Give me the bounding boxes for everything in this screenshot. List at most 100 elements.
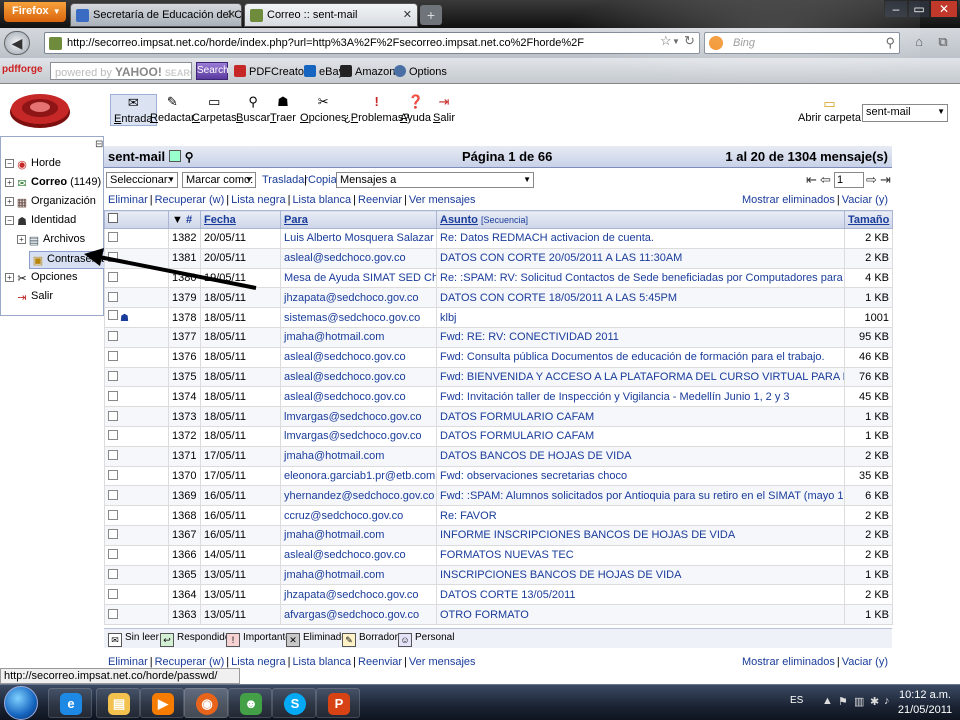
expand-icon[interactable]: + (5, 197, 14, 206)
cell-to[interactable]: eleonora.garciab1.pr@etb.com.co (280, 465, 437, 487)
cell-to[interactable]: jmaha@hotmail.com (280, 445, 437, 467)
taskbar-firefox[interactable]: ◉ (184, 688, 228, 718)
cell-subject[interactable]: Fwd: Invitación taller de Inspección y V… (436, 386, 845, 408)
next-page-icon[interactable]: ⇨ (866, 172, 877, 188)
prev-page-icon[interactable]: ⇦ (820, 172, 831, 188)
tree-item-horde[interactable]: − ◉ Horde (5, 157, 61, 171)
bookmark-pdfcreator[interactable]: PDFCreator (234, 65, 308, 78)
row-checkbox[interactable] (108, 469, 118, 480)
tree-item-opciones[interactable]: + ✂ Opciones (5, 271, 77, 285)
view-messages-link[interactable]: Ver mensajes (409, 194, 476, 206)
taskbar-ie[interactable]: e (48, 688, 92, 718)
cell-subject[interactable]: FORMATOS NUEVAS TEC (436, 544, 845, 566)
taskbar-explorer[interactable]: ▤ (96, 688, 140, 718)
language-indicator[interactable]: ES (790, 695, 803, 706)
cell-to[interactable]: asleal@sedchoco.gov.co (280, 544, 437, 566)
row-select-cell[interactable] (104, 465, 169, 487)
url-bar[interactable]: http://secorreo.impsat.net.co/horde/inde… (44, 32, 700, 54)
table-row[interactable]: 1371 17/05/11 jmaha@hotmail.com DATOS BANCO… (104, 445, 893, 467)
row-select-cell[interactable] (104, 584, 169, 606)
table-row[interactable]: 1374 18/05/11 asleal@sedchoco.gov.co Fwd: I… (104, 386, 893, 408)
chevron-down-icon[interactable]: ▼ (672, 37, 680, 46)
empty-link[interactable]: Vaciar (y) (842, 194, 888, 206)
traer-button[interactable]: ☗ Traer (270, 94, 296, 124)
row-select-cell[interactable] (104, 485, 169, 507)
cell-subject[interactable]: Fwd: Consulta pública Documentos de educ… (436, 346, 845, 368)
flag-icon[interactable]: ⚑ (838, 695, 848, 708)
whitelist-link[interactable]: Lista blanca (292, 656, 351, 668)
row-checkbox[interactable] (108, 430, 118, 441)
collapse-icon[interactable]: − (5, 159, 14, 168)
search-icon[interactable]: ⚲ (185, 150, 194, 164)
search-icon[interactable]: ⚲ (885, 35, 895, 51)
select-all-checkbox[interactable] (108, 213, 118, 223)
bookmark-options[interactable]: Options (394, 65, 447, 78)
row-checkbox[interactable] (108, 291, 118, 302)
row-checkbox[interactable] (108, 351, 118, 362)
row-select-cell[interactable] (104, 326, 169, 348)
table-row[interactable]: 1370 17/05/11 eleonora.garciab1.pr@etb.com… (104, 465, 893, 487)
cell-subject[interactable]: INFORME INSCRIPCIONES BANCOS DE HOJAS DE… (436, 524, 845, 546)
bluetooth-icon[interactable]: ✱ (870, 695, 879, 708)
row-checkbox[interactable] (108, 370, 118, 381)
table-row[interactable]: 1373 18/05/11 lmvargas@sedchoco.gov.co DATO… (104, 406, 893, 427)
search-bar[interactable]: Bing ⚲ (704, 32, 900, 54)
yahoo-search-input[interactable]: powered by YAHOO!SEARCH (50, 62, 192, 80)
row-select-cell[interactable] (104, 544, 169, 566)
row-select-cell[interactable] (104, 604, 169, 625)
tab-secretaria[interactable]: Secretaría de Educación del Chocó ✕ (70, 3, 242, 27)
home-icon[interactable]: ⌂ (910, 34, 928, 52)
yahoo-search-button[interactable]: Search (196, 62, 229, 80)
select-all-header[interactable] (104, 210, 169, 229)
bookmark-ebay[interactable]: eBay (304, 65, 344, 78)
cell-subject[interactable]: Fwd: observaciones secretarias choco (436, 465, 845, 487)
addon-icon[interactable]: ⧉ (934, 34, 952, 52)
cell-subject[interactable]: klbj (436, 307, 845, 328)
cell-to[interactable]: asleal@sedchoco.gov.co (280, 386, 437, 408)
new-tab-button[interactable]: + (420, 5, 442, 25)
cell-to[interactable]: sistemas@sedchoco.gov.co (280, 307, 437, 328)
cell-to[interactable]: jmaha@hotmail.com (280, 326, 437, 348)
carpetas-button[interactable]: ▭ Carpetas (192, 94, 237, 124)
row-select-cell[interactable] (104, 445, 169, 467)
show-deleted-link[interactable]: Mostrar eliminados (742, 194, 835, 206)
cell-subject[interactable]: DATOS CON CORTE 18/05/2011 A LAS 5:45PM (436, 287, 845, 309)
maximize-button[interactable]: ▭ (908, 0, 930, 18)
collapse-icon[interactable]: − (5, 216, 14, 225)
cell-to[interactable]: jhzapata@sedchoco.gov.co (280, 584, 437, 606)
cell-to[interactable]: lmvargas@sedchoco.gov.co (280, 406, 437, 427)
folder-select[interactable]: sent-mail ▼ (862, 104, 948, 122)
cell-subject[interactable]: INSCRIPCIONES BANCOS DE HOJAS DE VIDA (436, 564, 845, 586)
expand-icon[interactable]: + (5, 273, 14, 282)
expand-icon[interactable]: + (5, 178, 14, 187)
firefox-menu-button[interactable]: Firefox ▼ (4, 2, 66, 22)
row-checkbox[interactable] (108, 529, 118, 540)
cell-subject[interactable]: Fwd: RE: RV: CONECTIVIDAD 2011 (436, 326, 845, 348)
cell-to[interactable]: asleal@sedchoco.gov.co (280, 346, 437, 368)
delete-link[interactable]: Eliminar (108, 194, 148, 206)
first-page-icon[interactable]: ⇤ (806, 172, 817, 188)
blacklist-link[interactable]: Lista negra (231, 194, 285, 206)
row-checkbox[interactable] (108, 608, 118, 619)
taskbar-messenger[interactable]: ☻ (228, 688, 272, 718)
cell-subject[interactable]: DATOS CON CORTE 20/05/2011 A LAS 11:30AM (436, 247, 845, 269)
tree-item-archivos[interactable]: + ▤ Archivos (17, 233, 85, 247)
cell-subject[interactable]: Re: :SPAM: RV: Solicitud Contactos de Se… (436, 267, 845, 289)
tray-arrow-icon[interactable]: ▲ (822, 695, 833, 707)
table-row[interactable]: 1372 18/05/11 lmvargas@sedchoco.gov.co DATO… (104, 425, 893, 447)
minimize-button[interactable]: – (884, 0, 908, 18)
cell-to[interactable]: Luis Alberto Mosquera Salazar (280, 228, 437, 249)
sort-subject-header[interactable]: Asunto [Secuencia] (436, 210, 845, 229)
tab-correo[interactable]: Correo :: sent-mail ✕ (244, 3, 418, 27)
sort-number-header[interactable]: ▼ # (168, 210, 201, 229)
opciones-button[interactable]: ✂ Opciones (300, 94, 346, 124)
bookmark-amazon[interactable]: Amazon (340, 65, 395, 78)
table-row[interactable]: 1365 13/05/11 jmaha@hotmail.com INSCRIPCION… (104, 564, 893, 586)
delete-link[interactable]: Eliminar (108, 656, 148, 668)
row-checkbox[interactable] (108, 549, 118, 560)
table-row[interactable]: 1368 16/05/11 ccruz@sedchoco.gov.co Re: FAV… (104, 505, 893, 526)
close-icon[interactable]: ✕ (403, 8, 412, 21)
tree-item-identidad[interactable]: − ☗ Identidad (5, 214, 76, 228)
row-select-cell[interactable] (104, 346, 169, 368)
cell-subject[interactable]: DATOS BANCOS DE HOJAS DE VIDA (436, 445, 845, 467)
